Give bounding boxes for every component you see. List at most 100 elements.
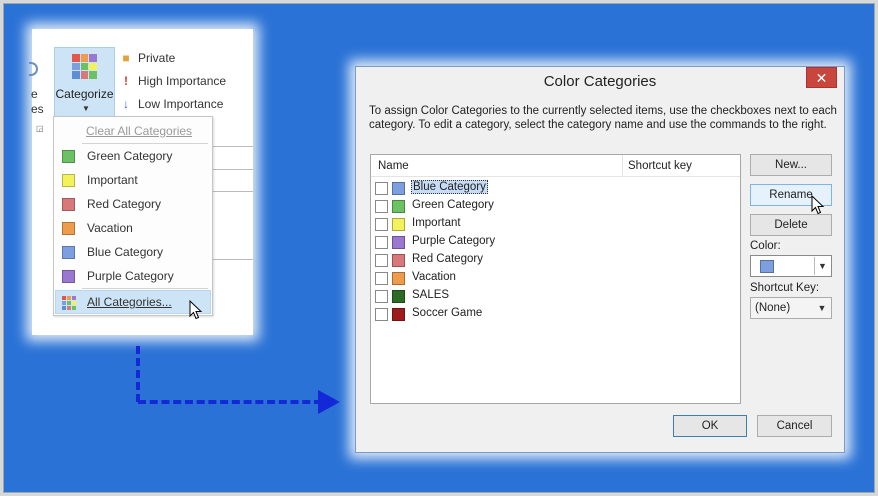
list-item[interactable]: Important bbox=[371, 215, 740, 233]
high-importance-button[interactable]: ! High Importance bbox=[120, 74, 226, 88]
color-swatch bbox=[62, 245, 75, 259]
arrow-head-icon bbox=[318, 390, 340, 414]
categorize-menu: Clear All Categories Green Category Impo… bbox=[53, 116, 213, 316]
low-importance-label: Low Importance bbox=[138, 97, 224, 111]
color-label: Color: bbox=[750, 240, 781, 252]
color-swatch bbox=[392, 200, 405, 213]
list-item[interactable]: Soccer Game bbox=[371, 305, 740, 323]
categorize-icon bbox=[72, 54, 97, 79]
chevron-down-icon[interactable]: ▼ bbox=[814, 257, 830, 275]
color-swatch bbox=[392, 218, 405, 231]
category-name[interactable]: Purple Category bbox=[411, 235, 496, 247]
category-name[interactable]: Blue Category bbox=[411, 180, 488, 194]
delete-button[interactable]: Delete bbox=[750, 214, 832, 236]
category-name[interactable]: Green Category bbox=[411, 199, 495, 211]
color-swatch bbox=[392, 254, 405, 267]
menu-item-label: Purple Category bbox=[87, 269, 174, 283]
dialog-title: Color Categories bbox=[543, 73, 657, 90]
list-item[interactable]: Vacation bbox=[371, 269, 740, 287]
chevron-down-icon[interactable]: ▼ bbox=[814, 299, 830, 317]
color-swatch bbox=[62, 197, 75, 211]
cancel-button[interactable]: Cancel bbox=[757, 415, 832, 437]
color-swatch bbox=[62, 173, 75, 187]
category-checkbox[interactable] bbox=[375, 290, 388, 303]
category-checkbox[interactable] bbox=[375, 200, 388, 213]
menu-separator bbox=[82, 288, 208, 289]
category-checkbox[interactable] bbox=[375, 182, 388, 195]
all-categories-label: All Categories... bbox=[87, 295, 172, 309]
list-item[interactable]: Purple Category bbox=[371, 233, 740, 251]
menu-item-label: Vacation bbox=[87, 221, 133, 235]
mouse-cursor-icon bbox=[811, 195, 825, 215]
column-header-name[interactable]: Name bbox=[378, 160, 409, 172]
category-name[interactable]: Soccer Game bbox=[411, 307, 483, 319]
category-name[interactable]: SALES bbox=[411, 289, 450, 301]
shortcut-key-dropdown[interactable]: (None) ▼ bbox=[750, 297, 832, 319]
arrow-down-icon: ↓ bbox=[123, 97, 129, 111]
menu-item-vacation[interactable]: Vacation bbox=[54, 217, 212, 239]
menu-item-blue-category[interactable]: Blue Category bbox=[54, 241, 212, 263]
category-checkbox[interactable] bbox=[375, 308, 388, 321]
menu-item-label: Red Category bbox=[87, 197, 162, 211]
chevron-down-icon: ▼ bbox=[82, 104, 90, 113]
color-swatch bbox=[392, 290, 405, 303]
shortcut-key-value: (None) bbox=[755, 302, 791, 314]
category-name[interactable]: Red Category bbox=[411, 253, 484, 265]
menu-item-important[interactable]: Important bbox=[54, 169, 212, 191]
ribbon-edge-text: e bbox=[31, 87, 38, 101]
list-item[interactable]: Green Category bbox=[371, 197, 740, 215]
high-importance-label: High Importance bbox=[138, 74, 227, 88]
private-button[interactable]: ■ Private bbox=[120, 51, 175, 65]
dashed-arrow-line bbox=[138, 400, 322, 404]
categorize-label: Categorize bbox=[55, 87, 114, 101]
private-label: Private bbox=[138, 51, 176, 65]
color-swatch bbox=[392, 236, 405, 249]
menu-item-label: Green Category bbox=[87, 149, 173, 163]
color-swatch bbox=[392, 308, 405, 321]
exclamation-icon: ! bbox=[124, 74, 128, 88]
list-item[interactable]: Blue Category bbox=[371, 179, 740, 197]
close-icon[interactable]: ✕ bbox=[806, 67, 837, 88]
list-header: Name Shortcut key bbox=[371, 155, 740, 177]
clear-all-categories-item[interactable]: Clear All Categories bbox=[86, 124, 192, 138]
menu-item-purple-category[interactable]: Purple Category bbox=[54, 265, 212, 287]
list-item[interactable]: Red Category bbox=[371, 251, 740, 269]
column-header-shortcut[interactable]: Shortcut key bbox=[628, 160, 692, 172]
mouse-cursor-icon bbox=[189, 300, 203, 320]
category-list[interactable]: Name Shortcut key Blue Category Green Ca… bbox=[370, 154, 741, 404]
category-checkbox[interactable] bbox=[375, 254, 388, 267]
category-name[interactable]: Vacation bbox=[411, 271, 457, 283]
categories-icon bbox=[62, 296, 76, 310]
color-swatch bbox=[760, 260, 774, 273]
column-divider bbox=[622, 155, 623, 177]
low-importance-button[interactable]: ↓ Low Importance bbox=[120, 97, 223, 111]
category-name[interactable]: Important bbox=[411, 217, 462, 229]
category-checkbox[interactable] bbox=[375, 236, 388, 249]
dialog-launcher-icon[interactable]: ◲ bbox=[36, 124, 44, 133]
partial-icon bbox=[29, 62, 38, 76]
color-swatch bbox=[62, 269, 75, 283]
category-checkbox[interactable] bbox=[375, 218, 388, 231]
list-item[interactable]: SALES bbox=[371, 287, 740, 305]
ribbon-edge-text: es bbox=[31, 102, 44, 116]
ok-button[interactable]: OK bbox=[673, 415, 747, 437]
menu-separator bbox=[82, 143, 208, 144]
menu-item-label: Important bbox=[87, 173, 138, 187]
menu-item-red-category[interactable]: Red Category bbox=[54, 193, 212, 215]
dashed-arrow-line bbox=[136, 346, 140, 402]
menu-item-green-category[interactable]: Green Category bbox=[54, 145, 212, 167]
color-swatch bbox=[392, 182, 405, 195]
color-categories-dialog: Color Categories ✕ To assign Color Categ… bbox=[355, 66, 845, 453]
new-button[interactable]: New... bbox=[750, 154, 832, 176]
color-swatch bbox=[62, 149, 75, 163]
category-checkbox[interactable] bbox=[375, 272, 388, 285]
lock-icon: ■ bbox=[122, 51, 130, 65]
dialog-description: To assign Color Categories to the curren… bbox=[369, 105, 837, 131]
categorize-button[interactable]: Categorize ▼ bbox=[54, 47, 115, 117]
shortcut-key-label: Shortcut Key: bbox=[750, 282, 820, 294]
all-categories-item[interactable]: All Categories... bbox=[55, 290, 211, 314]
color-swatch bbox=[392, 272, 405, 285]
menu-item-label: Blue Category bbox=[87, 245, 164, 259]
color-swatch bbox=[62, 221, 75, 235]
color-dropdown[interactable]: ▼ bbox=[750, 255, 832, 277]
